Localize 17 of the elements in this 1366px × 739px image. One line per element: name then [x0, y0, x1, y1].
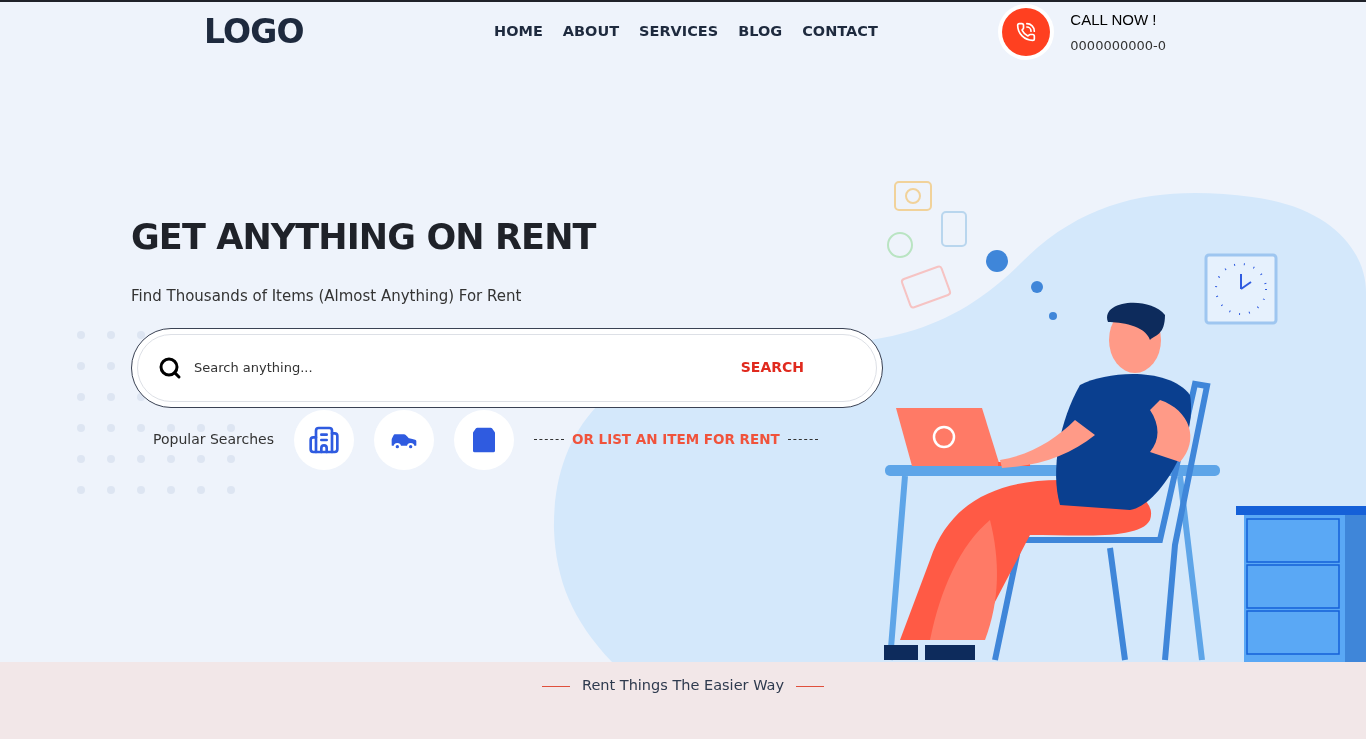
- search-button[interactable]: SEARCH: [740, 357, 804, 378]
- nav-link[interactable]: HOME: [494, 21, 543, 43]
- popular-searches-label: Popular Searches: [153, 430, 274, 449]
- hero-subtitle: Find Thousands of Items (Almost Anything) For Rent: [131, 286, 523, 307]
- phone-number: 0000000000-0: [1070, 36, 1166, 55]
- call-title: CALL NOW !: [1070, 10, 1158, 30]
- phone-icon: [1016, 22, 1037, 42]
- nav-link[interactable]: SERVICES: [639, 21, 719, 43]
- search-bar[interactable]: Search anything... SEARCH: [131, 327, 883, 408]
- site-logo[interactable]: LOGO: [204, 7, 464, 57]
- nav-link[interactable]: ABOUT: [562, 21, 620, 43]
- search-icon: [158, 355, 182, 380]
- search-field[interactable]: Search anything...: [194, 357, 741, 378]
- nav-link[interactable]: BLOG: [738, 21, 783, 43]
- tagline: Rent Things The Easier Way: [581, 676, 784, 696]
- hero-title: GET ANYTHING ON RENT: [131, 220, 598, 255]
- nav-link[interactable]: CONTACT: [802, 21, 878, 43]
